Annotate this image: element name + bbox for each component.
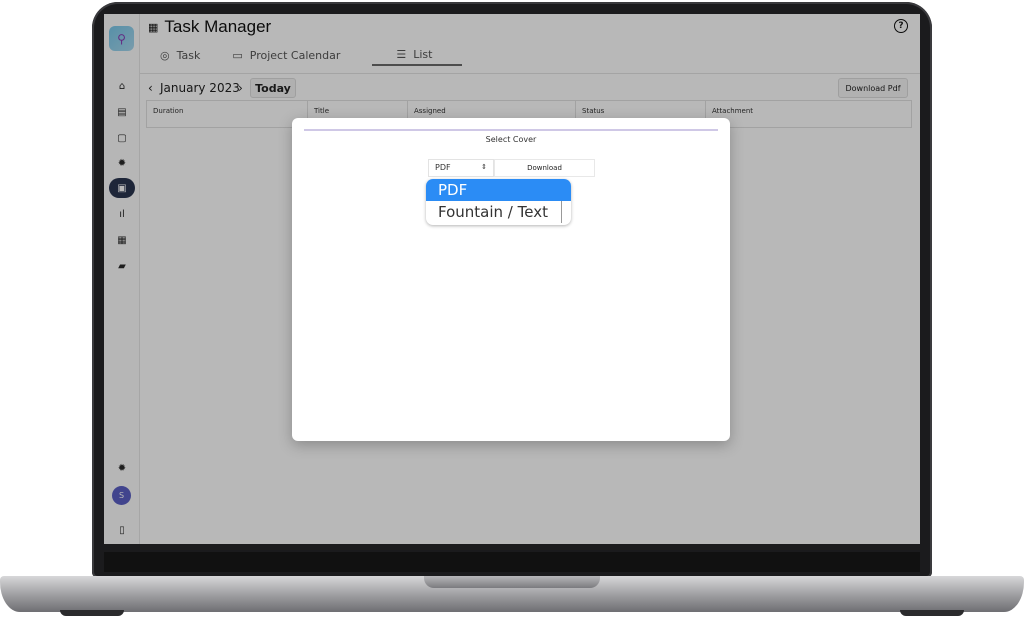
select-cover-modal: Select Cover PDF ⇕ Download PDF Fountain… [292,118,730,441]
modal-top-bar [304,129,718,131]
laptop-foot-left [60,610,124,616]
laptop-foot-right [900,610,964,616]
laptop-notch [424,576,600,588]
option-pdf[interactable]: PDF [426,179,571,201]
option-fountain-text[interactable]: Fountain / Text [426,201,562,223]
cover-format-value: PDF [435,163,451,172]
app-screen: ⚲ ⌂ ▤ ▢ ✹ ▣ ıl ▦ ▰ ✹ S ▯ ▦ Task Manager … [104,14,920,544]
cover-format-dropdown: PDF Fountain / Text [426,179,571,225]
select-arrows-icon: ⇕ [481,163,487,171]
cover-format-select[interactable]: PDF ⇕ [428,159,494,177]
download-button[interactable]: Download [494,159,595,177]
modal-title: Select Cover [485,135,537,144]
laptop-chin [104,552,920,572]
